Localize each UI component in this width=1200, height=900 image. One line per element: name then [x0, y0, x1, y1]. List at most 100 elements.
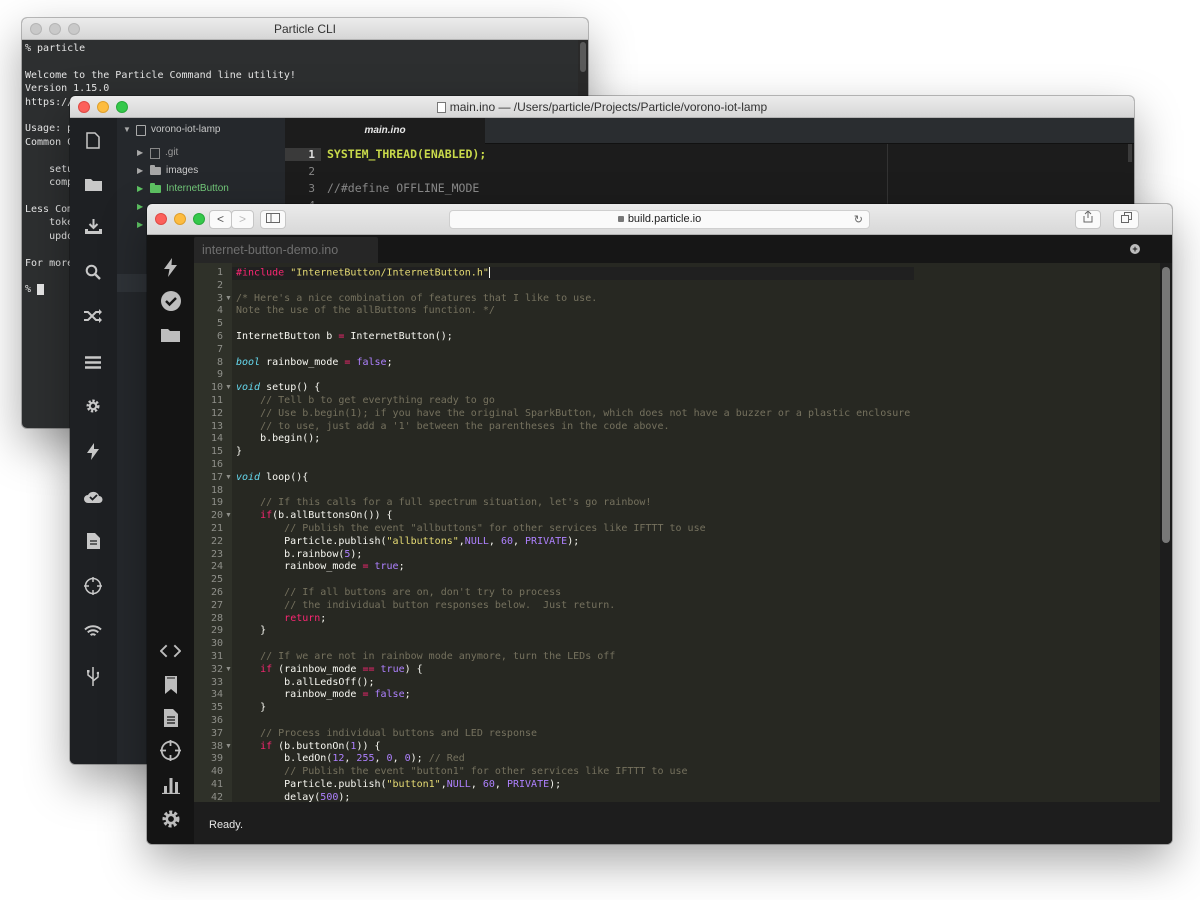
- browser-window[interactable]: < > build.particle.io ↻ internet-button-…: [147, 204, 1172, 844]
- code-line[interactable]: [236, 280, 242, 293]
- tabs-button[interactable]: [1113, 210, 1139, 229]
- code-line[interactable]: // Tell b to get everything ready to go: [236, 395, 495, 408]
- tree-item-collapsed[interactable]: ▶: [137, 198, 145, 216]
- zoom-button[interactable]: [116, 101, 128, 113]
- code-line[interactable]: [236, 318, 242, 331]
- close-button[interactable]: [78, 101, 90, 113]
- cloud-check-icon[interactable]: [83, 486, 103, 506]
- code-line[interactable]: // Process individual buttons and LED re…: [236, 728, 537, 741]
- code-line[interactable]: if (rainbow_mode == true) {: [236, 664, 423, 677]
- code-line[interactable]: void loop(){: [236, 472, 308, 485]
- fold-toggle-icon[interactable]: ▼: [225, 382, 232, 395]
- code-icon[interactable]: [160, 640, 181, 661]
- code-line[interactable]: // If this calls for a full spectrum sit…: [236, 497, 651, 510]
- flash-icon[interactable]: [160, 257, 181, 278]
- editor-scrollbar[interactable]: [1160, 263, 1172, 802]
- code-line[interactable]: InternetButton b = InternetButton();: [236, 331, 453, 344]
- fold-toggle-icon[interactable]: ▼: [225, 293, 232, 306]
- code-line[interactable]: rainbow_mode = false;: [236, 689, 410, 702]
- close-button[interactable]: [30, 23, 42, 35]
- minimize-button[interactable]: [174, 213, 186, 225]
- code-line[interactable]: [236, 485, 242, 498]
- tab-internet-button-demo[interactable]: internet-button-demo.ino: [194, 237, 378, 263]
- code-line[interactable]: [236, 574, 242, 587]
- add-file-icon[interactable]: +: [1130, 244, 1140, 254]
- wifi-icon[interactable]: [83, 621, 103, 641]
- fold-toggle-icon[interactable]: ▼: [225, 741, 232, 754]
- code-editor[interactable]: 1 #include "InternetButton/InternetButton…: [194, 263, 1172, 802]
- address-bar[interactable]: build.particle.io ↻: [449, 210, 870, 229]
- folder-icon[interactable]: [83, 174, 103, 194]
- zoom-button[interactable]: [68, 23, 80, 35]
- gear-icon[interactable]: [83, 396, 103, 416]
- zoom-button[interactable]: [193, 213, 205, 225]
- document-icon[interactable]: [160, 707, 181, 728]
- code-line[interactable]: if (b.buttonOn(1)) {: [236, 741, 380, 754]
- code-line[interactable]: delay(500);: [236, 792, 350, 802]
- code-line[interactable]: // the individual button responses below…: [236, 600, 615, 613]
- tree-item-collapsed[interactable]: ▶: [137, 216, 145, 234]
- target-icon[interactable]: [160, 740, 181, 761]
- shuffle-icon[interactable]: [83, 306, 103, 326]
- tree-item-project[interactable]: ▼ vorono-iot-lamp: [123, 121, 220, 139]
- terminal-titlebar[interactable]: Particle CLI: [22, 18, 588, 40]
- document-icon[interactable]: [83, 531, 103, 551]
- code-line[interactable]: b.rainbow(5);: [236, 549, 362, 562]
- atom-titlebar[interactable]: main.ino — /Users/particle/Projects/Part…: [70, 96, 1134, 118]
- code-line[interactable]: Particle.publish("allbuttons",NULL, 60, …: [236, 536, 579, 549]
- back-button[interactable]: <: [209, 210, 232, 229]
- gear-icon[interactable]: [160, 808, 181, 829]
- tab-main-ino[interactable]: main.ino: [285, 118, 485, 144]
- code-line[interactable]: [236, 369, 242, 382]
- code-line[interactable]: void setup() {: [236, 382, 320, 395]
- scrollbar-thumb[interactable]: [1162, 267, 1170, 543]
- usb-icon[interactable]: [83, 666, 103, 686]
- code-line[interactable]: //#define OFFLINE_MODE: [327, 181, 479, 195]
- code-line[interactable]: return;: [236, 613, 326, 626]
- code-line[interactable]: // If we are not in rainbow mode anymore…: [236, 651, 615, 664]
- reload-icon[interactable]: ↻: [854, 212, 863, 229]
- list-icon[interactable]: [83, 352, 103, 372]
- code-line[interactable]: #include "InternetButton/InternetButton.…: [236, 267, 490, 280]
- code-line[interactable]: b.allLedsOff();: [236, 677, 374, 690]
- download-icon[interactable]: [83, 217, 103, 237]
- code-line[interactable]: /* Here's a nice combination of features…: [236, 293, 597, 306]
- code-line[interactable]: Note the use of the allButtons function.…: [236, 305, 495, 318]
- minimize-button[interactable]: [49, 23, 61, 35]
- code-line[interactable]: rainbow_mode = true;: [236, 561, 404, 574]
- tree-item-internetbutton[interactable]: ▶ InternetButton: [137, 180, 229, 198]
- code-line[interactable]: if(b.allButtonsOn()) {: [236, 510, 392, 523]
- bookmark-icon[interactable]: [160, 674, 181, 695]
- file-icon[interactable]: [83, 130, 103, 150]
- close-button[interactable]: [155, 213, 167, 225]
- folder-icon[interactable]: [160, 324, 181, 345]
- code-line[interactable]: }: [236, 446, 242, 459]
- scrollbar-thumb[interactable]: [580, 42, 586, 72]
- code-line[interactable]: Particle.publish("button1",NULL, 60, PRI…: [236, 779, 561, 792]
- atom-scrollbar[interactable]: [1128, 144, 1132, 162]
- code-line[interactable]: // If all buttons are on, don't try to p…: [236, 587, 561, 600]
- code-line[interactable]: [236, 715, 242, 728]
- code-line[interactable]: b.begin();: [236, 433, 320, 446]
- fold-toggle-icon[interactable]: ▼: [225, 510, 232, 523]
- code-line[interactable]: SYSTEM_THREAD(ENABLED);: [327, 147, 486, 161]
- code-line[interactable]: // Publish the event "button1" for other…: [236, 766, 687, 779]
- search-icon[interactable]: [83, 262, 103, 282]
- code-line[interactable]: bool rainbow_mode = false;: [236, 357, 393, 370]
- tree-item-git[interactable]: ▶ .git: [137, 144, 178, 162]
- code-line[interactable]: }: [236, 702, 266, 715]
- code-line[interactable]: }: [236, 625, 266, 638]
- fold-toggle-icon[interactable]: ▼: [225, 472, 232, 485]
- sidebar-toggle-button[interactable]: [260, 210, 286, 229]
- forward-button[interactable]: >: [231, 210, 254, 229]
- code-line[interactable]: // Publish the event "allbuttons" for ot…: [236, 523, 705, 536]
- flash-icon[interactable]: [83, 441, 103, 461]
- code-line[interactable]: [236, 459, 242, 472]
- tree-item-images[interactable]: ▶ images: [137, 162, 198, 180]
- target-icon[interactable]: [83, 576, 103, 596]
- bar-chart-icon[interactable]: [160, 775, 181, 796]
- fold-toggle-icon[interactable]: ▼: [225, 664, 232, 677]
- minimize-button[interactable]: [97, 101, 109, 113]
- code-line[interactable]: b.ledOn(12, 255, 0, 0); // Red: [236, 753, 465, 766]
- code-line[interactable]: [236, 344, 242, 357]
